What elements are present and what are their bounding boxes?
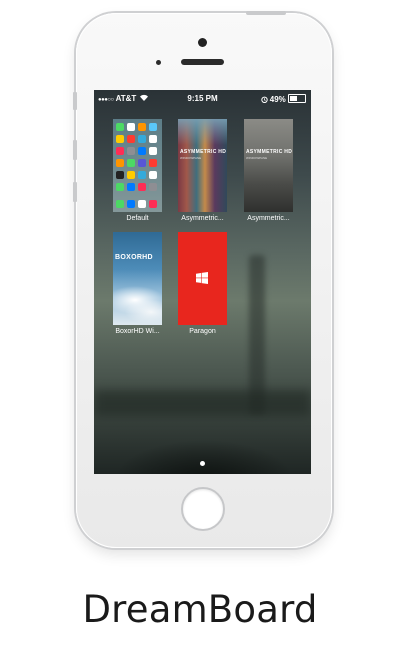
- theme-label: Paragon: [189, 328, 216, 335]
- theme-thumbnail-paragon: [178, 232, 227, 325]
- power-button: [246, 11, 286, 15]
- theme-asymmetric-1[interactable]: ASYMMETRIC HD WINDOWPANE Asymmetric...: [178, 119, 227, 222]
- theme-label: BoxorHD Wi...: [115, 328, 160, 335]
- dock-app-icon: [138, 200, 146, 208]
- theme-thumbnail-default: [113, 119, 162, 212]
- mini-app-icon: [127, 183, 135, 191]
- mini-app-icon: [127, 147, 135, 155]
- status-bar: ●●●○○ AT&T 9:15 PM 49%: [94, 90, 311, 107]
- theme-thumbnail-boxorhd: BOXORHD: [113, 232, 162, 325]
- thumb-subtitle: WINDOWPANE: [246, 156, 268, 160]
- battery-percent: 49%: [269, 95, 286, 104]
- mute-switch: [73, 92, 77, 110]
- theme-label: Asymmetric...: [181, 215, 224, 222]
- mini-app-icon: [127, 123, 135, 131]
- theme-paragon[interactable]: Paragon: [178, 232, 227, 335]
- mini-app-icon: [138, 171, 146, 179]
- dock-app-icon: [127, 200, 135, 208]
- thumb-title: BOXORHD: [115, 254, 153, 261]
- mini-app-icon: [138, 135, 146, 143]
- dock-app-icon: [149, 200, 157, 208]
- status-right: 49%: [260, 94, 306, 104]
- mini-app-icon: [149, 171, 157, 179]
- theme-label: Asymmetric...: [247, 215, 290, 222]
- mini-app-icon: [127, 171, 135, 179]
- proximity-sensor: [156, 60, 161, 65]
- theme-thumbnail-asymmetric-1: ASYMMETRIC HD WINDOWPANE: [178, 119, 227, 212]
- theme-label: Default: [126, 215, 149, 222]
- mini-app-icon: [138, 123, 146, 131]
- battery-icon: [288, 94, 306, 103]
- mini-app-icon: [149, 183, 157, 191]
- mini-app-icon: [116, 159, 124, 167]
- mini-app-icon: [149, 123, 157, 131]
- home-button[interactable]: [181, 487, 225, 531]
- wallpaper-bridge-deck: [94, 390, 311, 416]
- mini-app-icon: [138, 147, 146, 155]
- earpiece-speaker: [181, 59, 224, 65]
- volume-down-button: [73, 182, 77, 202]
- battery-fill: [290, 96, 297, 101]
- mini-app-icon: [127, 135, 135, 143]
- volume-up-button: [73, 140, 77, 160]
- mini-app-icon: [138, 159, 146, 167]
- mini-app-icon: [138, 183, 146, 191]
- mini-app-icon: [149, 159, 157, 167]
- mini-app-icon: [116, 147, 124, 155]
- mini-app-icon: [149, 135, 157, 143]
- page-indicator-dot: [200, 461, 205, 466]
- mini-app-icon: [116, 183, 124, 191]
- theme-thumbnail-asymmetric-2: ASYMMETRIC HD WINDOWPANE: [244, 119, 293, 212]
- thumb-subtitle: WINDOWPANE: [180, 156, 202, 160]
- theme-asymmetric-2[interactable]: ASYMMETRIC HD WINDOWPANE Asymmetric...: [244, 119, 293, 222]
- front-camera: [198, 38, 207, 47]
- theme-default[interactable]: Default: [113, 119, 162, 222]
- mini-app-icon: [116, 135, 124, 143]
- thumb-title: ASYMMETRIC HD: [180, 149, 227, 155]
- mini-app-icon: [116, 171, 124, 179]
- alarm-icon: [260, 96, 268, 103]
- caption-title: DreamBoard: [82, 588, 318, 631]
- screen: ●●●○○ AT&T 9:15 PM 49% Default ASYMMETRI…: [94, 90, 311, 474]
- mini-app-icon: [149, 147, 157, 155]
- mini-app-icon: [116, 123, 124, 131]
- dock-app-icon: [116, 200, 124, 208]
- windows-logo-icon: [196, 272, 208, 284]
- thumb-title: ASYMMETRIC HD: [246, 149, 293, 155]
- theme-boxorhd[interactable]: BOXORHD BoxorHD Wi...: [113, 232, 162, 335]
- mini-app-icon: [127, 159, 135, 167]
